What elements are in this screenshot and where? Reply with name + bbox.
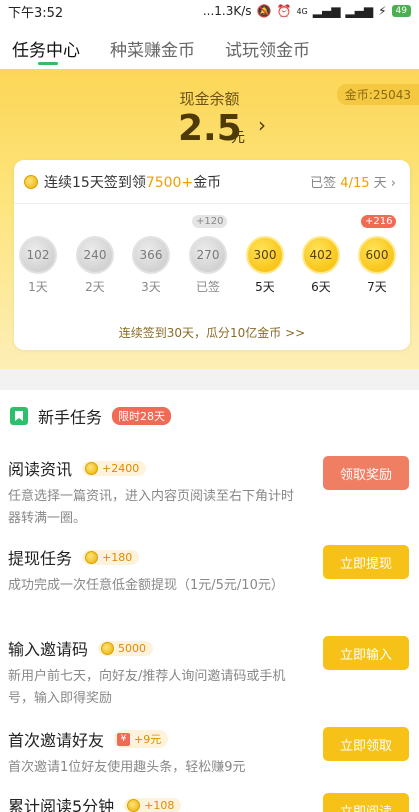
task-title: 阅读资讯 — [8, 460, 73, 479]
task-reward: 5000 — [98, 640, 154, 656]
task-description: 任意选择一篇资讯，进入内容页阅读至右下角计时器转满一圈。 — [8, 489, 295, 526]
newbie-task-title: 新手任务 — [38, 408, 103, 427]
coin-icon — [101, 641, 115, 655]
checkin-day-3: 366 3天 — [132, 236, 170, 295]
checkin-day-7[interactable]: 600 7天 — [358, 236, 396, 295]
coin-icon — [85, 550, 99, 564]
read-now-button[interactable]: 立即阅读 — [323, 793, 409, 812]
task-invite-friend: 首次邀请好友 ¥ +9元 首次邀请1位好友使用趣头条，轻松赚9元 立即领取 — [8, 727, 413, 779]
alarm-icon: ⏰ — [276, 4, 292, 18]
status-time: 下午3:52 — [8, 5, 64, 21]
tab-label: 任务中心 — [12, 41, 80, 61]
tab-label: 种菜赚金币 — [110, 41, 195, 61]
checkin-day-6[interactable]: 402 6天 — [302, 236, 340, 295]
checkin-title: 连续15天签到领7500+金币 — [44, 174, 222, 191]
mute-icon: 🔕 — [256, 4, 272, 18]
limit-time-badge: 限时28天 — [112, 407, 172, 425]
tab-task-center[interactable]: 任务中心 — [12, 22, 80, 69]
coin-icon — [24, 174, 38, 189]
network-speed: ...1.3K/s — [202, 4, 252, 18]
newbie-task-section: 新手任务 限时28天 阅读资讯 +2400 任意选择一篇资讯，进入内容页阅读至右下… — [0, 390, 419, 812]
task-reward: +108 — [124, 797, 182, 812]
cash-icon: ¥ — [117, 732, 131, 746]
checkin-day-1: 102 1天 — [19, 236, 57, 295]
tab-label: 试玩领金币 — [225, 41, 310, 61]
day-7-bonus: +216 — [361, 215, 397, 228]
task-reward: +2400 — [82, 460, 147, 476]
claim-now-button[interactable]: 立即领取 — [323, 727, 409, 761]
task-description: 新用户前七天，向好友/推荐人询问邀请码或手机号，输入即得奖励 — [8, 669, 286, 706]
bookmark-icon — [10, 407, 28, 425]
checkin-footer-link[interactable]: 连续签到30天，瓜分10亿金币 >> — [14, 324, 410, 341]
cash-unit: 元 — [231, 130, 245, 146]
day-4-bonus: +120 — [192, 215, 228, 228]
task-title: 输入邀请码 — [8, 640, 89, 659]
checkin-card: 连续15天签到领7500+金币 已签 4/15 天 › +120 +216 10… — [14, 160, 410, 350]
tab-trial-play[interactable]: 试玩领金币 — [225, 22, 310, 69]
checkin-day-5[interactable]: 300 5天 — [246, 236, 284, 295]
active-tab-indicator — [38, 62, 58, 65]
chevron-right-icon[interactable]: › — [258, 113, 266, 137]
input-now-button[interactable]: 立即输入 — [323, 636, 409, 670]
task-withdraw: 提现任务 +180 成功完成一次任意低金额提现（1元/5元/10元） 立即提现 — [8, 545, 413, 597]
checkin-day-2: 240 2天 — [76, 236, 114, 295]
task-description: 首次邀请1位好友使用趣头条，轻松赚9元 — [8, 760, 246, 775]
checkin-header[interactable]: 连续15天签到领7500+金币 已签 4/15 天 › — [14, 160, 410, 204]
network-type: 4G — [296, 6, 308, 16]
top-tabs: 任务中心 种菜赚金币 试玩领金币 — [0, 22, 419, 69]
wifi-icon: ▂▄▆ — [345, 4, 374, 18]
tab-grow-vegetables[interactable]: 种菜赚金币 — [110, 22, 195, 69]
task-reward: ¥ +9元 — [114, 730, 169, 748]
task-title: 首次邀请好友 — [8, 731, 105, 750]
task-read-news: 阅读资讯 +2400 任意选择一篇资讯，进入内容页阅读至右下角计时器转满一圈。 领… — [8, 456, 413, 530]
cash-balance-label: 现金余额 — [179, 90, 240, 108]
task-reward: +180 — [82, 549, 140, 565]
withdraw-now-button[interactable]: 立即提现 — [323, 545, 409, 579]
coin-icon — [127, 798, 141, 812]
coin-icon — [85, 461, 99, 475]
task-title: 累计阅读5分钟 — [8, 797, 115, 812]
task-description: 成功完成一次任意低金额提现（1元/5元/10元） — [8, 578, 284, 593]
charging-icon: ⚡ — [378, 4, 387, 18]
claim-reward-button[interactable]: 领取奖励 — [323, 456, 409, 490]
checkin-progress[interactable]: 已签 4/15 天 › — [310, 172, 396, 191]
task-title: 提现任务 — [8, 549, 73, 568]
battery-icon: 49 — [391, 5, 411, 17]
signal-icon: ▂▄▆ — [312, 4, 341, 18]
task-read-5min: 累计阅读5分钟 +108 立即阅读 — [8, 793, 413, 812]
status-bar: 下午3:52 ...1.3K/s 🔕 ⏰ 4G ▂▄▆ ▂▄▆ ⚡ 49 — [0, 0, 419, 22]
checkin-day-4: 270 已签 — [189, 236, 227, 295]
task-invite-code: 输入邀请码 5000 新用户前七天，向好友/推荐人询问邀请码或手机号，输入即得奖励… — [8, 636, 413, 710]
newbie-task-header: 新手任务 限时28天 — [10, 404, 172, 428]
